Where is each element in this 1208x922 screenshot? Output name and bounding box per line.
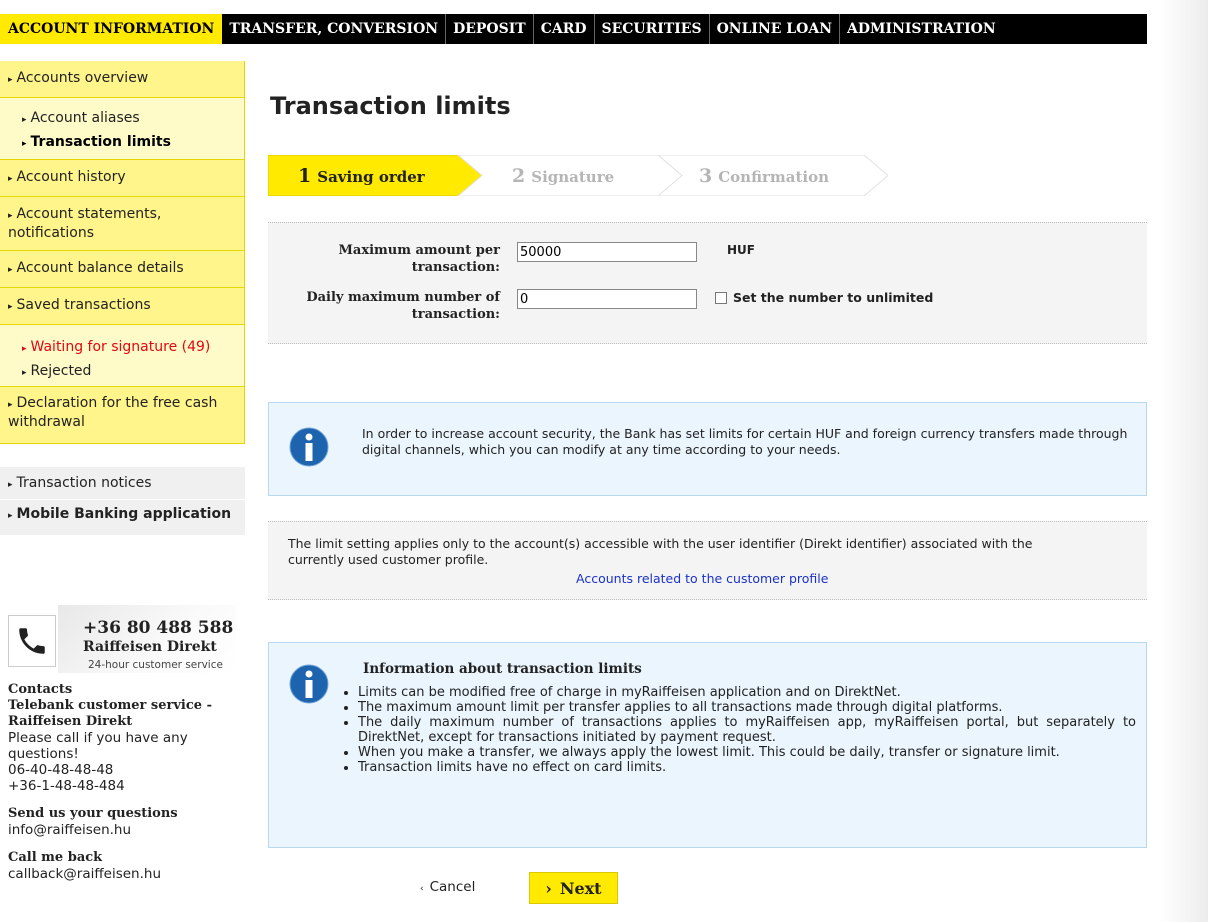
chevron-right-icon: ▸	[8, 511, 13, 521]
limits-info-list-wrapper: Limits can be modified free of charge in…	[342, 685, 1136, 775]
tab-securities[interactable]: SECURITIES	[595, 14, 710, 44]
max-amount-label: Maximum amount per transaction:	[338, 243, 500, 275]
sidebar-item-mobile-banking[interactable]: ▸ Mobile Banking application	[0, 500, 245, 536]
tab-account-information[interactable]: ACCOUNT INFORMATION	[0, 14, 223, 44]
chevron-right-icon: ▸	[8, 75, 13, 85]
sidebar-item-label: Transaction notices	[16, 475, 152, 491]
sidebar-item-declaration[interactable]: ▸ Declaration for the free cash withdrawa…	[0, 387, 245, 444]
right-shade	[1160, 0, 1208, 922]
limits-info-box: Information about transaction limits Lim…	[268, 642, 1147, 848]
tab-deposit[interactable]: DEPOSIT	[446, 14, 534, 44]
phone-handset-icon	[8, 615, 56, 667]
sidebar-item-account-statements[interactable]: ▸ Account statements, notifications	[0, 197, 245, 251]
cancel-button[interactable]: ‹ Cancel	[420, 879, 475, 895]
chevron-right-icon: ▸	[22, 368, 27, 378]
telebank-heading: Telebank customer service - Raiffeisen D…	[8, 698, 212, 729]
sidebar-item-waiting-signature[interactable]: ▸ Waiting for signature (49)	[22, 336, 236, 360]
step-1-label: 1 Saving order	[298, 165, 425, 187]
daily-max-label: Daily maximum number of transaction:	[306, 290, 500, 322]
phone-number: +36 80 488 588	[83, 618, 234, 638]
step-2-label: 2 Signature	[512, 165, 615, 187]
tab-online-loan[interactable]: ONLINE LOAN	[710, 14, 841, 44]
limit-scope-box: The limit setting applies only to the ac…	[268, 521, 1147, 600]
info-icon	[289, 664, 329, 704]
phone-contact-box: +36 80 488 588 Raiffeisen Direkt 24-hour…	[8, 605, 236, 675]
chevron-right-icon: ▸	[8, 302, 13, 312]
chevron-right-icon: ▸	[22, 139, 27, 149]
sidebar-item-label: Account balance details	[16, 260, 184, 276]
sidebar-item-label: Declaration for the free cash withdrawal	[8, 395, 218, 430]
list-item: Limits can be modified free of charge in…	[358, 685, 1136, 700]
callback-email-link[interactable]: callback@raiffeisen.hu	[8, 866, 243, 882]
contact-phone-2[interactable]: +36-1-48-48-484	[8, 778, 243, 794]
sidebar-item-saved-transactions[interactable]: ▸ Saved transactions	[0, 288, 245, 325]
info-icon	[289, 427, 329, 467]
chevron-right-icon: ▸	[8, 480, 13, 490]
chevron-right-icon: ›	[545, 878, 552, 898]
phone-service-hours: 24-hour customer service	[88, 659, 223, 671]
sidebar-item-rejected[interactable]: ▸ Rejected	[22, 360, 236, 384]
list-item: Transaction limits have no effect on car…	[358, 760, 1136, 775]
chevron-right-icon: ▸	[8, 174, 13, 184]
callback-heading: Call me back	[8, 850, 103, 865]
sidebar-item-label: Mobile Banking application	[16, 506, 232, 522]
sidebar-item-accounts-overview[interactable]: ▸ Accounts overview	[0, 61, 245, 98]
page-title: Transaction limits	[270, 92, 511, 120]
chevron-right-icon: ▸	[8, 265, 13, 275]
contacts-heading: Contacts	[8, 682, 73, 697]
security-info-box: In order to increase account security, t…	[268, 402, 1147, 496]
please-call-text: Please call if you have any questions!	[8, 730, 188, 762]
sidebar-item-label: Account aliases	[30, 110, 140, 126]
limits-form: Maximum amount per transaction: HUF Dail…	[268, 222, 1147, 344]
list-item: The daily maximum number of transactions…	[358, 715, 1136, 745]
sidebar-submenu-saved: ▸ Waiting for signature (49) ▸ Rejected	[0, 325, 245, 387]
accounts-related-link[interactable]: Accounts related to the customer profile	[576, 571, 828, 586]
security-info-text: In order to increase account security, t…	[362, 426, 1128, 457]
sidebar-item-label: Transaction limits	[30, 134, 171, 150]
contacts-section: Contacts Telebank customer service - Rai…	[8, 682, 243, 882]
sidebar-item-label: Accounts overview	[16, 70, 149, 86]
sidebar-item-account-balance[interactable]: ▸ Account balance details	[0, 251, 245, 288]
tab-administration[interactable]: ADMINISTRATION	[840, 14, 1003, 44]
max-amount-input[interactable]	[517, 242, 697, 262]
tab-transfer-conversion[interactable]: TRANSFER, CONVERSION	[222, 14, 447, 44]
sidebar-item-transaction-notices[interactable]: ▸ Transaction notices	[0, 467, 245, 500]
sidebar-item-account-history[interactable]: ▸ Account history	[0, 160, 245, 197]
contact-phone-1[interactable]: 06-40-48-48-48	[8, 762, 243, 778]
unlimited-checkbox-label[interactable]: Set the number to unlimited	[733, 290, 933, 305]
sidebar-item-label: Waiting for signature (49)	[30, 339, 211, 355]
chevron-right-icon: ▸	[8, 400, 13, 410]
sidebar-item-label: Account statements, notifications	[8, 206, 162, 241]
sidebar-item-account-aliases[interactable]: ▸ Account aliases	[22, 107, 236, 131]
unlimited-checkbox[interactable]	[715, 292, 727, 304]
sidebar-item-label: Rejected	[30, 363, 92, 379]
currency-label: HUF	[727, 243, 755, 257]
sidebar-item-label: Saved transactions	[16, 297, 151, 313]
chevron-right-icon: ▸	[8, 211, 13, 221]
step-3-label: 3 Confirmation	[699, 165, 830, 187]
sidebar-item-transaction-limits[interactable]: ▸ Transaction limits	[22, 131, 236, 155]
list-item: The maximum amount limit per transfer ap…	[358, 700, 1136, 715]
sidebar-submenu-accounts: ▸ Account aliases ▸ Transaction limits	[0, 98, 245, 160]
next-button[interactable]: › Next	[529, 872, 618, 904]
chevron-left-icon: ‹	[420, 884, 424, 894]
questions-email-link[interactable]: info@raiffeisen.hu	[8, 822, 243, 838]
sidebar-item-label: Account history	[16, 169, 126, 185]
limits-info-heading: Information about transaction limits	[363, 661, 642, 677]
list-item: When you make a transfer, we always appl…	[358, 745, 1136, 760]
limits-info-list: Limits can be modified free of charge in…	[342, 685, 1136, 775]
phone-handset-icon-svg	[19, 628, 45, 654]
limit-scope-text: The limit setting applies only to the ac…	[288, 536, 1033, 567]
top-navigation: ACCOUNT INFORMATION TRANSFER, CONVERSION…	[0, 14, 1147, 44]
sidebar: ▸ Accounts overview ▸ Account aliases ▸ Tra…	[0, 61, 245, 536]
chevron-right-icon: ▸	[22, 115, 27, 125]
tab-card[interactable]: CARD	[534, 14, 595, 44]
phone-brand: Raiffeisen Direkt	[83, 639, 217, 655]
questions-heading: Send us your questions	[8, 806, 178, 821]
step-progress: 1 Saving order 2 Signature 3 Confirmation	[268, 155, 888, 196]
chevron-right-icon: ▸	[22, 344, 27, 354]
daily-max-input[interactable]	[517, 289, 697, 309]
